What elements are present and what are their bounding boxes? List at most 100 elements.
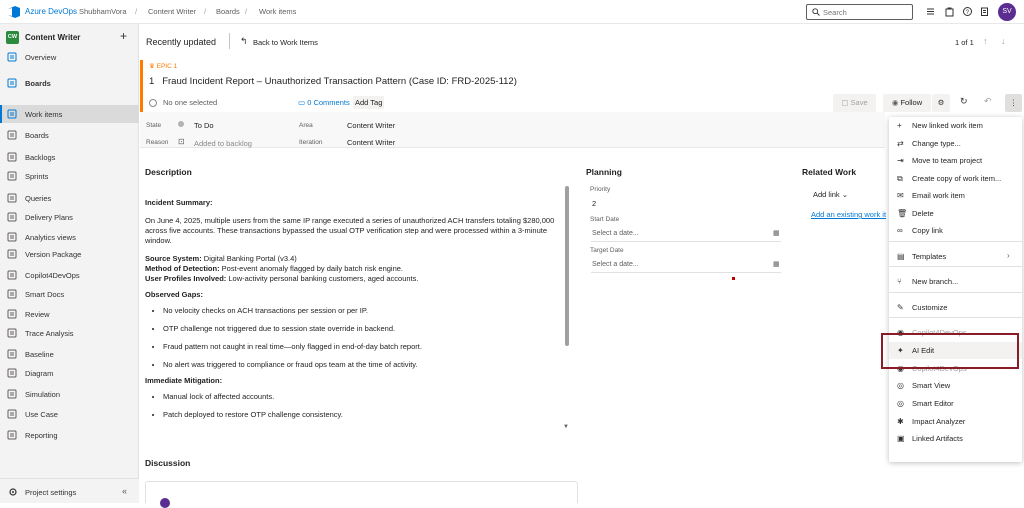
baseline-icon bbox=[7, 349, 17, 359]
target-date-input[interactable]: Select a date... bbox=[592, 261, 639, 268]
move-icon: ⇥ bbox=[897, 156, 904, 165]
add-new-icon[interactable]: + bbox=[120, 29, 127, 43]
start-date-field[interactable]: Select a date... ▦ bbox=[591, 228, 781, 242]
description-editor[interactable]: Incident Summary: On June 4, 2025, multi… bbox=[145, 184, 570, 434]
calendar-icon[interactable]: ▦ bbox=[773, 260, 780, 268]
sidebar-item-baseline[interactable]: Baseline bbox=[0, 345, 139, 363]
sidebar-item-use-case[interactable]: Use Case bbox=[0, 405, 139, 423]
sidebar-item-overview[interactable]: Overview bbox=[0, 48, 139, 66]
sidebar-item-delivery-plans[interactable]: Delivery Plans bbox=[0, 208, 139, 226]
brand-link[interactable]: Azure DevOps bbox=[25, 7, 77, 16]
state-value[interactable]: To Do bbox=[194, 121, 214, 130]
follow-button[interactable]: ◉ Follow bbox=[883, 94, 931, 112]
menu-item-copy-link[interactable]: ∞ Copy link bbox=[889, 222, 1022, 239]
sidebar-item-smart-docs[interactable]: Smart Docs bbox=[0, 285, 139, 303]
breadcrumb-boards[interactable]: Boards bbox=[216, 7, 240, 16]
discussion-box[interactable] bbox=[145, 481, 578, 508]
start-date-input[interactable]: Select a date... bbox=[592, 230, 639, 237]
back-to-work-items-link[interactable]: Back to Work Items bbox=[253, 38, 318, 47]
previous-arrow-icon[interactable]: ↑ bbox=[983, 36, 988, 46]
boards-icon bbox=[7, 78, 17, 88]
help-icon[interactable]: ? bbox=[962, 6, 973, 17]
sidebar-item-queries[interactable]: Queries bbox=[0, 189, 139, 207]
menu-divider bbox=[889, 317, 1022, 318]
project-name[interactable]: Content Writer bbox=[25, 33, 80, 42]
azure-devops-logo-icon[interactable] bbox=[7, 5, 21, 19]
add-link-button[interactable]: Add link ⌄ bbox=[813, 190, 848, 199]
start-date-label: Start Date bbox=[590, 216, 620, 223]
cursor-marker bbox=[732, 277, 735, 280]
sidebar-item-backlogs[interactable]: Backlogs bbox=[0, 148, 139, 166]
menu-item-customize[interactable]: ✎ Customize bbox=[889, 299, 1022, 316]
menu-item-impact-analyzer[interactable]: ✱ Impact Analyzer bbox=[889, 413, 1022, 430]
sidebar-item-boards[interactable]: Boards bbox=[0, 74, 139, 92]
marketplace-icon[interactable] bbox=[944, 6, 955, 17]
recently-updated-dropdown[interactable]: Recently updated bbox=[146, 37, 216, 47]
sidebar-item-reporting[interactable]: Reporting bbox=[0, 426, 139, 444]
breadcrumb-work-items[interactable]: Work items bbox=[259, 7, 296, 16]
more-actions-button[interactable]: ⋮ bbox=[1005, 94, 1022, 112]
sidebar-item-work-items[interactable]: Work items bbox=[0, 105, 139, 123]
sidebar-item-label: Boards bbox=[25, 79, 51, 88]
target-date-field[interactable]: Select a date... ▦ bbox=[591, 259, 781, 273]
menu-item-new-branch[interactable]: ⑂ New branch... bbox=[889, 273, 1022, 290]
breadcrumb-project[interactable]: Content Writer bbox=[148, 7, 196, 16]
sidebar-item-simulation[interactable]: Simulation bbox=[0, 385, 139, 403]
sidebar-item-label: Review bbox=[25, 310, 50, 319]
refresh-icon[interactable]: ↻ bbox=[960, 96, 968, 107]
menu-item-move-to-team-project[interactable]: ⇥ Move to team project bbox=[889, 152, 1022, 169]
next-arrow-icon[interactable]: ↓ bbox=[1001, 36, 1006, 46]
sidebar-item-review[interactable]: Review bbox=[0, 305, 139, 323]
sidebar-item-trace-analysis[interactable]: Trace Analysis bbox=[0, 324, 139, 342]
menu-item-new-linked-work-item[interactable]: + New linked work item bbox=[889, 117, 1022, 134]
scroll-down-icon[interactable]: ▼ bbox=[563, 424, 569, 430]
description-scrollbar[interactable] bbox=[565, 186, 569, 346]
search-box[interactable] bbox=[806, 4, 913, 20]
iteration-value[interactable]: Content Writer bbox=[347, 138, 395, 147]
user-avatar[interactable]: SV bbox=[998, 3, 1016, 21]
save-button[interactable]: ▢ Save bbox=[833, 94, 876, 112]
work-item-title[interactable]: 1 Fraud Incident Report – Unauthorized T… bbox=[149, 76, 517, 87]
menu-item-label: Move to team project bbox=[912, 156, 983, 165]
undo-icon[interactable]: ↶ bbox=[984, 96, 992, 107]
area-label: Area bbox=[299, 122, 313, 129]
priority-value[interactable]: 2 bbox=[592, 199, 596, 208]
follow-settings-button[interactable]: ⚙ bbox=[932, 94, 950, 112]
user-settings-icon[interactable] bbox=[979, 6, 990, 17]
sidebar-item-boards[interactable]: Boards bbox=[0, 126, 139, 144]
method-line: Method of Detection: Post-event anomaly … bbox=[145, 264, 404, 273]
menu-item-change-type[interactable]: ⇄ Change type... bbox=[889, 135, 1022, 152]
area-value[interactable]: Content Writer bbox=[347, 121, 395, 130]
menu-item-delete[interactable]: 🗑 Delete bbox=[889, 205, 1022, 222]
reason-value[interactable]: Added to backlog bbox=[194, 139, 252, 148]
sidebar-item-diagram[interactable]: Diagram bbox=[0, 364, 139, 382]
work-item-fields: State To Do Reason ⊡ Added to backlog Ar… bbox=[140, 112, 885, 148]
menu-item-templates[interactable]: ▤ Templates › bbox=[889, 248, 1022, 265]
org-link[interactable]: ShubhamVora bbox=[79, 7, 127, 16]
back-arrow-icon[interactable]: ↰ bbox=[240, 36, 248, 47]
add-tag-button[interactable]: Add Tag bbox=[353, 96, 385, 109]
settings-list-icon[interactable] bbox=[925, 6, 936, 17]
menu-divider bbox=[889, 241, 1022, 242]
sidebar-item-sprints[interactable]: Sprints bbox=[0, 167, 139, 185]
comments-link[interactable]: ▭ 0 Comments bbox=[298, 98, 350, 107]
collapse-sidebar-icon[interactable]: « bbox=[122, 486, 127, 496]
assigned-to-field[interactable]: No one selected bbox=[149, 98, 217, 108]
sidebar-item-label: Reporting bbox=[25, 431, 58, 440]
project-header[interactable]: CW Content Writer + bbox=[0, 24, 139, 51]
menu-item-create-copy-of-work-item[interactable]: ⧉ Create copy of work item... bbox=[889, 170, 1022, 187]
menu-item-email-work-item[interactable]: ✉ Email work item bbox=[889, 187, 1022, 204]
menu-item-smart-editor[interactable]: ◎ Smart Editor bbox=[889, 395, 1022, 412]
search-input[interactable] bbox=[823, 7, 909, 18]
breadcrumb-separator: / bbox=[135, 7, 138, 16]
sidebar-item-label: Delivery Plans bbox=[25, 213, 73, 222]
calendar-icon[interactable]: ▦ bbox=[773, 229, 780, 237]
sidebar-item-version-package[interactable]: Version Package bbox=[0, 245, 139, 263]
menu-item-linked-artifacts[interactable]: ▣ Linked Artifacts bbox=[889, 430, 1022, 447]
person-icon bbox=[149, 99, 157, 108]
project-settings[interactable]: Project settings « bbox=[0, 478, 139, 503]
add-existing-work-item-link[interactable]: Add an existing work it bbox=[811, 210, 886, 219]
sidebar-item-analytics-views[interactable]: Analytics views bbox=[0, 228, 139, 246]
menu-item-smart-view[interactable]: ◎ Smart View bbox=[889, 377, 1022, 394]
sidebar-item-copilot4devops[interactable]: Copilot4DevOps bbox=[0, 266, 139, 284]
